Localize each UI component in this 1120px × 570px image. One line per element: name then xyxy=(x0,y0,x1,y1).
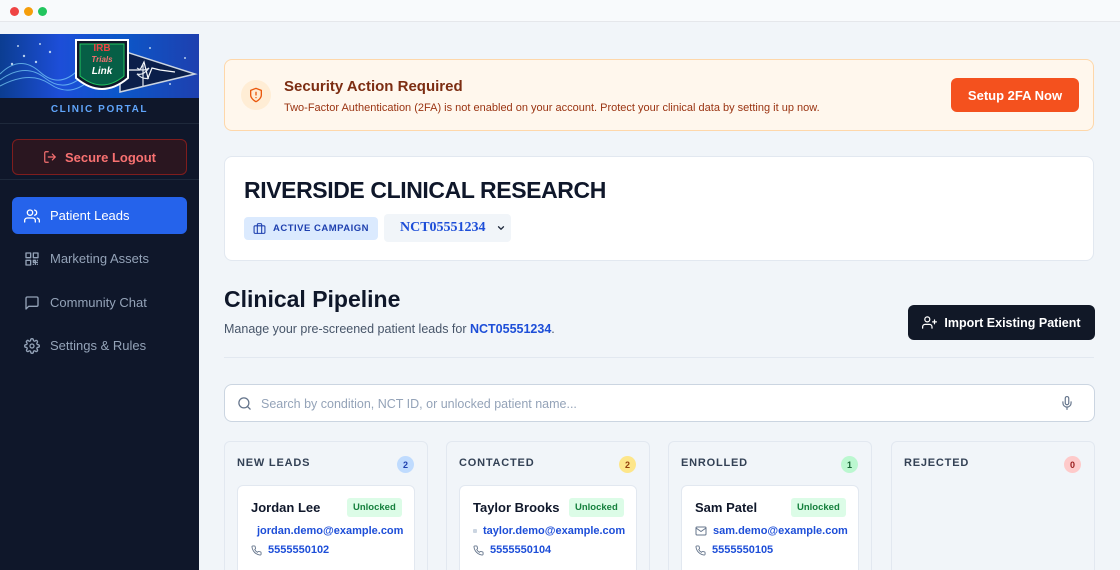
svg-text:IRB: IRB xyxy=(93,43,110,54)
column-count-badge: 0 xyxy=(1064,456,1081,473)
column-rejected: REJECTED 0 xyxy=(891,441,1095,570)
sidebar: IRB Trials Link CLINIC PORTAL Secure Log… xyxy=(0,34,199,570)
phone-icon xyxy=(473,544,484,556)
lead-email[interactable]: jordan.demo@example.com xyxy=(251,525,403,537)
microphone-icon[interactable] xyxy=(1060,396,1074,410)
secure-logout-button[interactable]: Secure Logout xyxy=(12,139,187,175)
active-campaign-badge: ACTIVE CAMPAIGN xyxy=(244,217,378,240)
column-title: CONTACTED xyxy=(459,457,535,469)
chevron-down-icon xyxy=(497,226,504,230)
setup-2fa-button[interactable]: Setup 2FA Now xyxy=(951,78,1079,112)
unlocked-badge: Unlocked xyxy=(791,498,846,517)
phone-icon xyxy=(695,544,706,556)
mail-icon xyxy=(695,526,707,536)
sidebar-divider xyxy=(0,123,199,124)
sidebar-item-label: Settings & Rules xyxy=(50,338,147,353)
alert-icon-wrapper xyxy=(241,80,271,110)
trial-select-value: NCT05551234 xyxy=(400,220,486,235)
brand-banner: IRB Trials Link xyxy=(0,34,199,98)
main-content: Security Action Required Two-Factor Auth… xyxy=(199,34,1120,570)
sidebar-item-patient-leads[interactable]: Patient Leads xyxy=(12,197,187,234)
sidebar-divider xyxy=(0,179,199,180)
lead-phone[interactable]: 5555550105 xyxy=(695,544,773,556)
lead-name: Jordan Lee xyxy=(251,500,321,515)
phone-icon xyxy=(251,544,262,556)
import-button-label: Import Existing Patient xyxy=(944,315,1081,330)
irb-trials-link-logo: IRB Trials Link xyxy=(0,39,198,93)
sidebar-item-label: Community Chat xyxy=(50,295,147,310)
search-icon xyxy=(238,397,251,410)
lead-phone-text: 5555550102 xyxy=(268,544,330,556)
column-new-leads: NEW LEADS 2 Jordan Lee Unlocked jordan.d… xyxy=(224,441,428,570)
sidebar-item-settings-rules[interactable]: Settings & Rules xyxy=(12,327,187,364)
portal-label: CLINIC PORTAL xyxy=(50,104,149,115)
alert-message: Two-Factor Authentication (2FA) is not e… xyxy=(284,102,820,114)
trial-select[interactable]: NCT05551234 xyxy=(384,214,511,242)
unlocked-badge: Unlocked xyxy=(569,498,624,517)
column-title: REJECTED xyxy=(904,457,970,469)
pipeline-subtitle-trial: NCT05551234 xyxy=(469,322,552,336)
section-divider xyxy=(224,357,1094,358)
unlocked-badge: Unlocked xyxy=(347,498,402,517)
lead-card[interactable]: Jordan Lee Unlocked jordan.demo@example.… xyxy=(237,485,415,570)
logout-icon xyxy=(44,151,56,163)
logout-label: Secure Logout xyxy=(64,149,156,165)
window-close-button[interactable] xyxy=(10,7,19,16)
column-count-badge: 2 xyxy=(397,456,414,473)
qr-code-icon xyxy=(25,251,39,266)
users-icon xyxy=(24,208,40,223)
sidebar-item-label: Marketing Assets xyxy=(50,251,149,266)
lead-email[interactable]: taylor.demo@example.com xyxy=(473,525,625,537)
lead-email[interactable]: sam.demo@example.com xyxy=(695,525,848,537)
window-maximize-button[interactable] xyxy=(38,7,47,16)
lead-email-text: sam.demo@example.com xyxy=(713,525,848,537)
shield-alert-icon xyxy=(250,87,262,103)
window-titlebar xyxy=(0,0,1120,22)
lead-name: Taylor Brooks xyxy=(473,500,560,515)
svg-text:Trials: Trials xyxy=(91,55,113,64)
clinic-name: RIVERSIDE CLINICAL RESEARCH xyxy=(244,177,606,203)
search-bar xyxy=(224,384,1095,422)
sidebar-item-marketing-assets[interactable]: Marketing Assets xyxy=(12,240,187,277)
lead-phone[interactable]: 5555550104 xyxy=(473,544,551,556)
column-title: ENROLLED xyxy=(681,457,748,469)
search-input[interactable] xyxy=(261,394,1041,414)
pipeline-subtitle-text: Manage your pre-screened patient leads f… xyxy=(224,322,470,336)
briefcase-icon xyxy=(253,223,266,234)
sidebar-item-community-chat[interactable]: Community Chat xyxy=(12,284,187,321)
lead-phone-text: 5555550104 xyxy=(490,544,552,556)
lead-phone[interactable]: 5555550102 xyxy=(251,544,329,556)
pipeline-subtitle: Manage your pre-screened patient leads f… xyxy=(224,322,555,336)
lead-card[interactable]: Taylor Brooks Unlocked taylor.demo@examp… xyxy=(459,485,637,570)
lead-card[interactable]: Sam Patel Unlocked sam.demo@example.com … xyxy=(681,485,859,570)
gear-icon xyxy=(24,337,40,354)
column-title: NEW LEADS xyxy=(237,457,311,469)
lead-phone-text: 5555550105 xyxy=(712,544,774,556)
security-alert: Security Action Required Two-Factor Auth… xyxy=(224,59,1094,131)
pipeline-subtitle-end: . xyxy=(551,322,555,336)
column-enrolled: ENROLLED 1 Sam Patel Unlocked sam.demo@e… xyxy=(668,441,872,570)
clinic-card: RIVERSIDE CLINICAL RESEARCH ACTIVE CAMPA… xyxy=(224,156,1094,261)
chat-icon xyxy=(25,295,39,310)
lead-email-text: jordan.demo@example.com xyxy=(257,525,404,537)
alert-title: Security Action Required xyxy=(284,78,463,95)
lead-email-text: taylor.demo@example.com xyxy=(483,525,626,537)
import-existing-patient-button[interactable]: Import Existing Patient xyxy=(908,305,1095,340)
mail-icon xyxy=(473,529,477,533)
pipeline-title: Clinical Pipeline xyxy=(224,286,401,312)
column-count-badge: 2 xyxy=(619,456,636,473)
window-minimize-button[interactable] xyxy=(24,7,33,16)
column-count-badge: 1 xyxy=(841,456,858,473)
user-plus-icon xyxy=(922,316,938,329)
column-contacted: CONTACTED 2 Taylor Brooks Unlocked taylo… xyxy=(446,441,650,570)
svg-text:Link: Link xyxy=(92,66,113,77)
sidebar-item-label: Patient Leads xyxy=(50,208,130,223)
lead-name: Sam Patel xyxy=(695,500,758,515)
campaign-badge-label: ACTIVE CAMPAIGN xyxy=(273,223,369,234)
